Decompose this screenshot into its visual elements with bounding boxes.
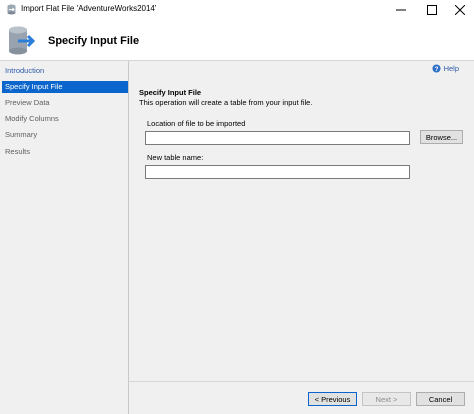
close-icon [455,4,465,15]
next-button: Next > [362,392,411,406]
close-button[interactable] [446,0,474,19]
maximize-icon [427,4,437,15]
help-icon: ? [432,64,441,73]
footer-divider [129,381,474,382]
previous-button[interactable]: < Previous [308,392,357,406]
sidebar-item-modify-columns: Modify Columns [5,114,59,123]
minimize-button[interactable] [387,0,415,19]
sidebar-item-results: Results [5,147,31,156]
wizard-content: ? Help Specify Input File This operation… [129,61,474,414]
window-title: Import Flat File 'AdventureWorks2014' [21,4,157,13]
page-title: Specify Input File [48,35,140,47]
browse-button[interactable]: Browse... [420,130,463,144]
help-link[interactable]: ? Help [432,64,459,73]
database-arrow-icon [9,26,36,55]
cancel-button[interactable]: Cancel [416,392,465,406]
sidebar-item-summary: Summary [5,130,38,139]
file-location-input[interactable] [145,131,410,145]
minimize-icon [396,9,406,10]
table-name-input[interactable] [145,165,410,179]
sidebar-item-preview-data: Preview Data [5,98,50,107]
wizard-header: Specify Input File [0,19,474,61]
help-label: Help [443,64,459,73]
title-bar: Import Flat File 'AdventureWorks2014' [0,0,474,19]
svg-text:?: ? [434,66,438,73]
maximize-button[interactable] [418,0,446,19]
wizard-sidebar: Introduction Specify Input File Preview … [0,61,129,414]
sidebar-item-specify-input-file[interactable]: Specify Input File [2,81,128,93]
file-location-label: Location of file to be imported [147,119,246,128]
sidebar-item-introduction[interactable]: Introduction [2,65,128,77]
table-name-label: New table name: [147,153,204,162]
database-import-icon [7,4,16,15]
section-description: This operation will create a table from … [139,98,313,107]
section-title: Specify Input File [139,88,202,97]
